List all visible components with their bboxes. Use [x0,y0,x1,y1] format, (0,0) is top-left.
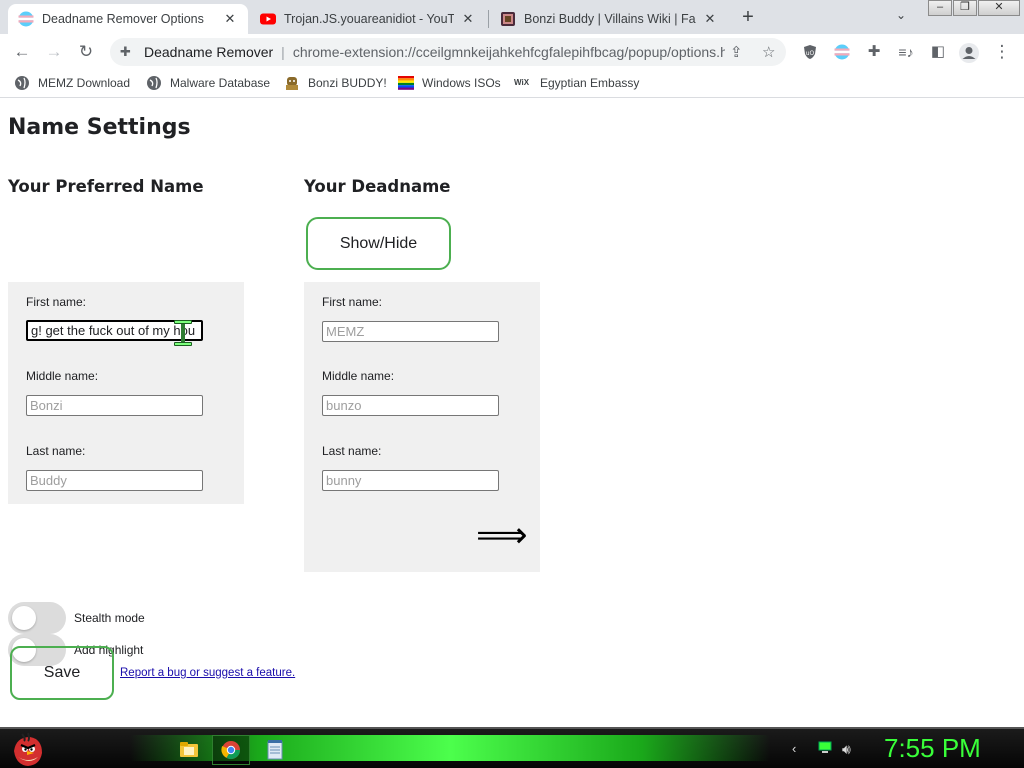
stealth-mode-row: Stealth mode [8,602,145,634]
tab-youtube[interactable]: Trojan.JS.youareanidiot - YouTube ✕ [250,4,486,34]
chrome-icon [221,741,240,760]
side-panel-icon[interactable]: ◧ [928,42,948,62]
volume-icon[interactable]: 🔊︎ [842,741,851,758]
bookmark-label: Malware Database [170,76,271,90]
tab-bonzi-wiki[interactable]: Bonzi Buddy | Villains Wiki | Fandom ✕ [490,4,728,34]
bookmark-memz-download[interactable]: MEMZ Download [14,75,130,91]
extensions-puzzle-icon[interactable]: ✚ [864,42,884,62]
tab-strip: Deadname Remover Options ✕ Trojan.JS.you… [0,0,1024,34]
toggle-knob [12,606,36,630]
notepad-icon [267,740,283,760]
preferred-name-heading: Your Preferred Name [8,177,204,196]
bookmark-egyptian-embassy[interactable]: WiX Egyptian Embassy [514,75,639,91]
site-label: Deadname Remover [144,44,274,60]
minimize-button[interactable]: – [928,0,952,16]
deadname-last-name-label: Last name: [322,444,382,458]
deadname-panel: First name: Middle name: Last name: ⟹ [304,282,540,572]
restore-button[interactable]: ❐ [953,0,977,16]
save-button[interactable]: Save [10,646,114,700]
extension-puzzle-icon: ✚ [120,44,131,59]
share-icon[interactable]: ⇪ [730,43,743,61]
bookmark-label: MEMZ Download [38,76,131,90]
tab-title: Bonzi Buddy | Villains Wiki | Fandom [524,12,696,26]
deadname-middle-name-label: Middle name: [322,369,395,383]
forward-arrow-icon[interactable]: → [44,42,64,62]
replace-arrow-icon: ⟹ [476,515,528,556]
network-icon[interactable] [818,741,832,754]
fandom-icon [501,12,515,26]
taskbar-clock[interactable]: 7:55 PM [884,733,981,764]
show-hide-button[interactable]: Show/Hide [306,217,451,270]
preferred-name-panel: First name: Middle name: Last name: [8,282,244,504]
preferred-last-name-input[interactable] [26,470,203,491]
tab-title: Deadname Remover Options [42,12,204,26]
close-tab-icon[interactable]: ✕ [222,11,238,27]
deadname-heading: Your Deadname [304,177,451,196]
wix-icon: WiX [514,78,530,87]
deadname-last-name-input[interactable] [322,470,499,491]
preferred-middle-name-input[interactable] [26,395,203,416]
youtube-icon [260,13,276,25]
tab-deadname-remover-options[interactable]: Deadname Remover Options ✕ [8,4,248,34]
bookmark-label: Egyptian Embassy [540,76,640,90]
globe-icon [15,76,29,90]
deadname-first-name-label: First name: [322,295,383,309]
trans-flag-icon [18,11,34,27]
close-tab-icon[interactable]: ✕ [702,11,718,27]
bonzi-icon [286,77,298,90]
folder-icon [180,742,198,757]
taskbar-chrome[interactable] [212,735,250,765]
bookmarks-bar: MEMZ Download Malware Database Bonzi BUD… [0,70,1024,98]
preferred-last-name-label: Last name: [26,444,86,458]
bookmark-bonzi-buddy[interactable]: Bonzi BUDDY! [284,75,387,91]
browser-toolbar: ← → ↻ ✚ Deadname Remover | chrome-extens… [0,34,1024,70]
taskbar-explorer[interactable] [170,735,208,765]
tab-search-chevron-icon[interactable]: ⌄ [896,8,906,22]
bookmark-label: Bonzi BUDDY! [308,76,387,90]
close-tab-icon[interactable]: ✕ [460,11,476,27]
globe-icon [147,76,161,90]
preferred-first-name-label: First name: [26,295,87,309]
bookmark-star-icon[interactable]: ☆ [762,43,775,61]
address-divider: | [281,44,285,60]
reload-icon[interactable]: ↻ [76,42,96,62]
trans-flag-extension-icon[interactable] [834,44,850,60]
tab-title: Trojan.JS.youareanidiot - YouTube [284,12,454,26]
tab-divider [488,10,489,28]
media-control-icon[interactable]: ≡♪ [896,42,916,62]
rainbow-flag-icon [398,76,414,90]
show-hidden-icons-icon[interactable]: ‹ [792,741,796,756]
text-cursor-icon [174,320,192,346]
new-tab-button[interactable]: + [736,6,760,28]
kebab-menu-icon[interactable]: ⋮ [992,42,1012,62]
back-arrow-icon[interactable]: ← [12,42,32,62]
svg-text:uO: uO [806,50,815,57]
profile-avatar-icon[interactable] [958,42,980,64]
bookmark-windows-isos[interactable]: Windows ISOs [398,75,501,91]
deadname-first-name-input[interactable] [322,321,499,342]
preferred-middle-name-label: Middle name: [26,369,99,383]
page-title: Name Settings [8,115,191,140]
ublock-shield-icon[interactable]: uO [802,44,818,60]
options-page: Name Settings Your Preferred Name Your D… [0,99,1024,727]
taskbar: ‹ 🔊︎ 7:55 PM [0,727,1024,768]
stealth-mode-toggle[interactable] [8,602,66,634]
stealth-mode-label: Stealth mode [74,611,145,625]
taskbar-notepad[interactable] [256,735,294,765]
deadname-middle-name-input[interactable] [322,395,499,416]
angry-bird-start-icon[interactable] [8,731,48,768]
bookmark-label: Windows ISOs [422,76,501,90]
address-bar[interactable]: ✚ Deadname Remover | chrome-extension://… [110,38,786,66]
url-text: chrome-extension://cceilgmnkeijahkehfcgf… [292,44,725,60]
bookmark-malware-database[interactable]: Malware Database [146,75,270,91]
close-window-button[interactable]: ✕ [978,0,1020,16]
report-bug-link[interactable]: Report a bug or suggest a feature. [120,667,295,679]
